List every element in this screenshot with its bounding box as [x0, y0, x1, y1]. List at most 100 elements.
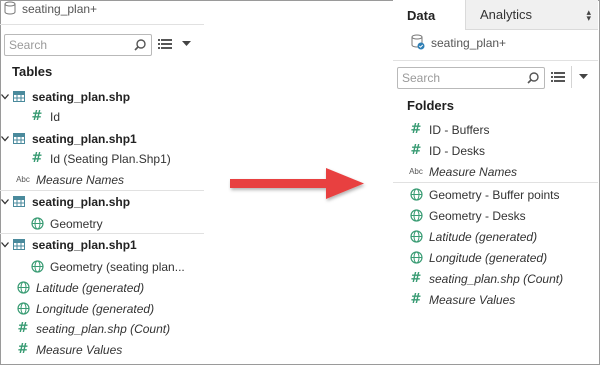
table-item[interactable]: seating_plan.shp1	[0, 234, 137, 255]
hash-icon: #	[17, 342, 29, 357]
field-item[interactable]: Geometry - Buffer points	[407, 184, 560, 205]
chevron-down-icon[interactable]	[579, 74, 588, 80]
hash-icon: #	[410, 271, 422, 286]
search-placeholder: Search	[402, 71, 441, 85]
hash-icon: #	[31, 151, 43, 166]
field-label: Longitude (generated)	[429, 250, 548, 265]
field-label: Measure Names	[429, 164, 518, 179]
field-item[interactable]: # Id (Seating Plan.Shp1)	[28, 148, 171, 169]
table-item[interactable]: seating_plan.shp	[0, 86, 130, 107]
field-item[interactable]: # ID - Buffers	[407, 119, 490, 140]
datasource-name: seating_plan+	[22, 2, 98, 16]
divider	[393, 60, 598, 61]
tab-data[interactable]: Data	[393, 0, 465, 30]
field-item[interactable]: Longitude (generated)	[14, 298, 154, 319]
search-icon	[134, 39, 146, 51]
database-check-icon	[411, 34, 425, 53]
globe-icon	[407, 251, 425, 264]
database-icon	[4, 1, 16, 18]
datasource-name: seating_plan+	[431, 36, 507, 50]
folders-heading: Folders	[407, 98, 454, 113]
field-item[interactable]: Abc Measure Names	[407, 161, 517, 182]
field-item[interactable]: Abc Measure Names	[14, 169, 124, 190]
datasource-row-left[interactable]: seating_plan+	[4, 0, 97, 18]
field-label: seating_plan.shp (Count)	[429, 271, 564, 286]
field-item[interactable]: Geometry (seating plan...	[28, 256, 185, 277]
updown-chevron-icon: ▴ ▾	[586, 7, 591, 23]
divider	[393, 182, 598, 183]
pane-tabs: Data Analytics ▴ ▾	[393, 0, 598, 30]
field-label: ID - Desks	[429, 143, 486, 158]
field-item[interactable]: # Measure Values	[14, 339, 123, 360]
globe-icon	[407, 230, 425, 243]
tab-data-label: Data	[407, 7, 436, 23]
field-item[interactable]: # seating_plan.shp (Count)	[14, 318, 171, 339]
field-label: Measure Values	[36, 342, 123, 357]
tab-analytics-label: Analytics	[480, 7, 533, 22]
search-input-right[interactable]: Search	[397, 67, 545, 89]
field-item[interactable]: Geometry	[28, 213, 103, 234]
divider	[0, 24, 204, 25]
globe-icon	[407, 188, 425, 201]
field-label: Geometry (seating plan...	[50, 259, 185, 274]
chevron-down-icon[interactable]	[0, 198, 10, 205]
search-icon	[527, 72, 539, 84]
table-icon	[10, 196, 28, 207]
field-item[interactable]: Geometry - Desks	[407, 205, 526, 226]
field-label: seating_plan.shp	[32, 194, 131, 209]
hash-icon: #	[410, 143, 422, 158]
globe-icon	[407, 209, 425, 222]
field-label: seating_plan.shp	[32, 89, 131, 104]
list-view-icon[interactable]	[158, 38, 172, 50]
divider	[571, 66, 572, 88]
table-item[interactable]: seating_plan.shp1	[0, 128, 137, 149]
globe-icon	[28, 217, 46, 230]
datasource-row-right[interactable]: seating_plan+	[411, 34, 506, 52]
hash-icon: #	[17, 321, 29, 336]
abc-icon: Abc	[16, 175, 30, 184]
right-data-pane: Data Analytics ▴ ▾ seating_plan+ Search F…	[393, 0, 598, 363]
tab-analytics[interactable]: Analytics ▴ ▾	[465, 0, 598, 30]
table-icon	[10, 239, 28, 250]
field-label: ID - Buffers	[429, 122, 490, 137]
field-item[interactable]: Longitude (generated)	[407, 247, 547, 268]
hash-icon: #	[410, 292, 422, 307]
field-label: seating_plan.shp1	[32, 237, 137, 252]
field-label: Geometry	[50, 216, 103, 231]
divider	[0, 190, 204, 191]
table-icon	[10, 91, 28, 102]
chevron-down-icon[interactable]	[182, 41, 191, 47]
chevron-down-icon[interactable]	[0, 135, 10, 142]
field-label: Measure Values	[429, 292, 516, 307]
hash-icon: #	[31, 109, 43, 124]
abc-icon: Abc	[409, 167, 423, 176]
field-label: Id (Seating Plan.Shp1)	[50, 151, 171, 166]
globe-icon	[14, 302, 32, 315]
field-label: Geometry - Desks	[429, 208, 526, 223]
field-item[interactable]: # ID - Desks	[407, 140, 485, 161]
field-item[interactable]: # Measure Values	[407, 289, 516, 310]
hash-icon: #	[410, 122, 422, 137]
divider	[0, 233, 204, 234]
field-label: Longitude (generated)	[36, 301, 155, 316]
field-item[interactable]: # seating_plan.shp (Count)	[407, 268, 564, 289]
field-label: Geometry - Buffer points	[429, 187, 560, 202]
search-placeholder: Search	[9, 38, 48, 52]
field-item[interactable]: Latitude (generated)	[407, 226, 537, 247]
field-label: Id	[50, 109, 61, 124]
field-label: Latitude (generated)	[36, 280, 145, 295]
table-item[interactable]: seating_plan.shp	[0, 191, 130, 212]
chevron-down-icon[interactable]	[0, 241, 10, 248]
tables-heading: Tables	[12, 64, 53, 79]
field-item[interactable]: # Id	[28, 106, 60, 127]
chevron-down-icon[interactable]	[0, 93, 10, 100]
globe-icon	[14, 281, 32, 294]
field-item[interactable]: Latitude (generated)	[14, 277, 144, 298]
search-input-left[interactable]: Search	[4, 34, 152, 56]
list-view-icon[interactable]	[551, 71, 565, 83]
table-icon	[10, 133, 28, 144]
left-data-pane: seating_plan+ Search Tables seating_plan…	[0, 0, 204, 363]
red-arrow-icon	[230, 168, 364, 199]
field-label: Measure Names	[36, 172, 125, 187]
globe-icon	[28, 260, 46, 273]
